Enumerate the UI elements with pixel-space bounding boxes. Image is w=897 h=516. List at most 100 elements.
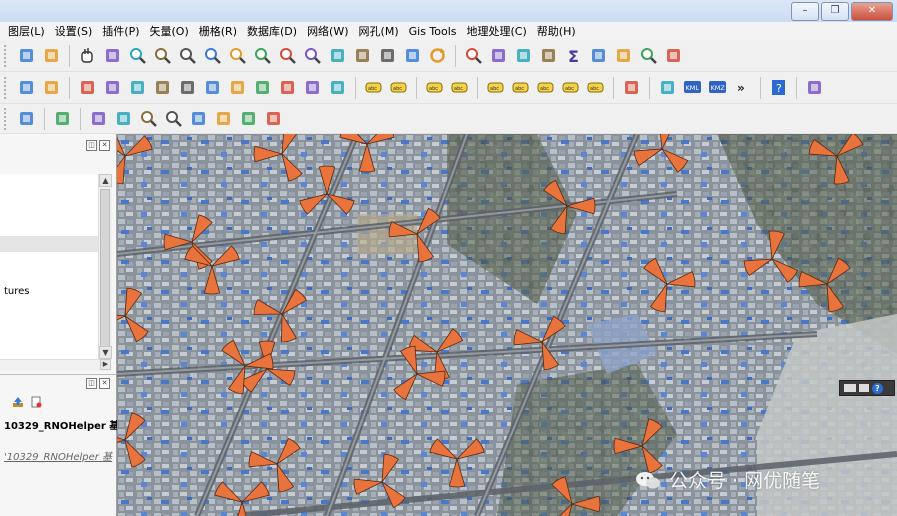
network-icon[interactable] (213, 108, 234, 129)
python-console-icon[interactable] (657, 77, 678, 98)
plugin-link[interactable]: '10329_RNOHelper 基 (4, 448, 112, 463)
identify-icon[interactable] (463, 45, 484, 66)
wrench-icon[interactable] (263, 108, 284, 129)
vertex-tool-icon[interactable] (152, 77, 173, 98)
search-icon[interactable] (638, 45, 659, 66)
menu-mesh[interactable]: 网孔(M) (359, 23, 399, 39)
minimize-button[interactable]: – (791, 2, 819, 21)
zoom-selection-icon[interactable] (202, 45, 223, 66)
menu-settings[interactable]: 设置(S) (55, 23, 93, 39)
cursor-tool-icon[interactable] (16, 108, 37, 129)
new-bookmark-icon[interactable] (352, 45, 373, 66)
scroll-down-button[interactable]: ▼ (99, 346, 112, 359)
select-rect-icon[interactable] (188, 108, 209, 129)
zoom-layer-icon[interactable] (227, 45, 248, 66)
refresh-icon[interactable] (427, 45, 448, 66)
layer-label[interactable]: tures (4, 286, 30, 297)
copy-features-icon[interactable] (252, 77, 273, 98)
pan-to-selection-icon[interactable] (102, 45, 123, 66)
zoom-last-icon[interactable] (277, 45, 298, 66)
float-panel-button[interactable]: ◫ (86, 140, 97, 151)
rotate-label-icon[interactable]: abc (560, 77, 581, 98)
edit-pencil-icon[interactable] (77, 77, 98, 98)
zoom-next-icon[interactable] (302, 45, 323, 66)
restore-button[interactable]: ❐ (821, 2, 849, 21)
scroll-thumb[interactable] (100, 189, 110, 354)
globe-plugin-icon[interactable] (621, 77, 642, 98)
add-feature-icon[interactable] (127, 77, 148, 98)
zoom-out-icon[interactable] (152, 45, 173, 66)
menu-processing[interactable]: 地理处理(C) (467, 23, 527, 39)
layer-tree-hscrollbar[interactable]: ▶ (0, 359, 111, 371)
zoom-in-icon[interactable] (127, 45, 148, 66)
cut-features-icon[interactable] (227, 77, 248, 98)
help-contents-icon[interactable]: ? (768, 77, 789, 98)
help-icon[interactable]: ? (872, 382, 883, 394)
qgis-plugin-icon[interactable] (804, 77, 825, 98)
menu-gis-tools[interactable]: Gis Tools (409, 25, 457, 38)
menu-help[interactable]: 帮助(H) (537, 23, 576, 39)
statistics-icon[interactable] (538, 45, 559, 66)
close-plugin-panel-button[interactable]: ✕ (99, 378, 110, 389)
scroll-up-button[interactable]: ▲ (99, 174, 112, 187)
zoom-native-icon[interactable] (252, 45, 273, 66)
close-panel-button[interactable]: ✕ (99, 140, 110, 151)
show-hide-labels-icon[interactable]: abc (485, 77, 506, 98)
modify-attributes-icon[interactable] (177, 77, 198, 98)
scroll-right-button[interactable]: ▶ (100, 359, 111, 370)
new-sheet-icon[interactable] (30, 396, 42, 408)
menu-vector[interactable]: 矢量(O) (150, 23, 189, 39)
pan-hand-icon[interactable] (77, 45, 98, 66)
digitize-icon[interactable] (16, 77, 37, 98)
temporal-controller-icon[interactable] (402, 45, 423, 66)
selected-layer-row[interactable] (0, 236, 98, 252)
undo-icon[interactable] (302, 77, 323, 98)
preview-labels-icon[interactable]: abc (510, 77, 531, 98)
save-edits-icon[interactable] (102, 77, 123, 98)
style-manager-icon[interactable] (41, 45, 62, 66)
attribute-table-icon[interactable] (488, 45, 509, 66)
field-calculator-icon[interactable] (513, 45, 534, 66)
diagram-icon[interactable]: abc (424, 77, 445, 98)
menu-layer[interactable]: 图层(L) (8, 23, 45, 39)
select-feature-icon[interactable] (113, 108, 134, 129)
layer-labeling-icon[interactable]: abc (388, 77, 409, 98)
change-label-icon[interactable]: abc (585, 77, 606, 98)
map-canvas[interactable]: ? 公众号 · 网优随笔 (117, 134, 897, 516)
cube-layers-icon[interactable] (52, 108, 73, 129)
upload-icon[interactable] (12, 396, 24, 408)
toggle-editing-icon[interactable] (41, 77, 62, 98)
label-pin-icon[interactable]: abc (449, 77, 470, 98)
toolbar-grip[interactable] (4, 107, 10, 130)
redo-icon[interactable] (327, 77, 348, 98)
menu-raster[interactable]: 栅格(R) (199, 23, 237, 39)
float-plugin-panel-button[interactable]: ◫ (86, 378, 97, 389)
text-annotation-icon[interactable] (663, 45, 684, 66)
xy-coordinate-icon[interactable] (238, 108, 259, 129)
kml-export-icon[interactable]: KML (682, 77, 703, 98)
panel-toggle-icon[interactable] (844, 384, 856, 392)
sum-icon[interactable]: Σ (563, 45, 584, 66)
toolbar-grip[interactable] (4, 44, 10, 67)
menu-web[interactable]: 网络(W) (307, 23, 348, 39)
zoom-full-icon[interactable] (177, 45, 198, 66)
close-button[interactable]: ✕ (851, 2, 893, 21)
show-bookmarks-icon[interactable] (377, 45, 398, 66)
menu-database[interactable]: 数据库(D) (247, 23, 297, 39)
new-layer-icon[interactable] (16, 45, 37, 66)
layer-tree-scrollbar[interactable]: ▲ ▼ (98, 174, 112, 359)
measure-icon[interactable] (588, 45, 609, 66)
panel-dock-icon[interactable] (859, 384, 869, 392)
zoom-in-tool-icon[interactable] (138, 108, 159, 129)
zoom-fit-tool-icon[interactable] (163, 108, 184, 129)
layer-tree[interactable]: tures (0, 174, 98, 359)
kmz-export-icon[interactable]: KMZ (707, 77, 728, 98)
delete-selected-icon[interactable] (202, 77, 223, 98)
menu-plugins[interactable]: 插件(P) (102, 23, 139, 39)
paste-features-icon[interactable] (277, 77, 298, 98)
overflow-icon[interactable]: » (732, 77, 753, 98)
map-tips-icon[interactable] (613, 45, 634, 66)
move-label-icon[interactable]: abc (535, 77, 556, 98)
toolbar-grip[interactable] (4, 76, 10, 99)
open-selection-icon[interactable] (88, 108, 109, 129)
